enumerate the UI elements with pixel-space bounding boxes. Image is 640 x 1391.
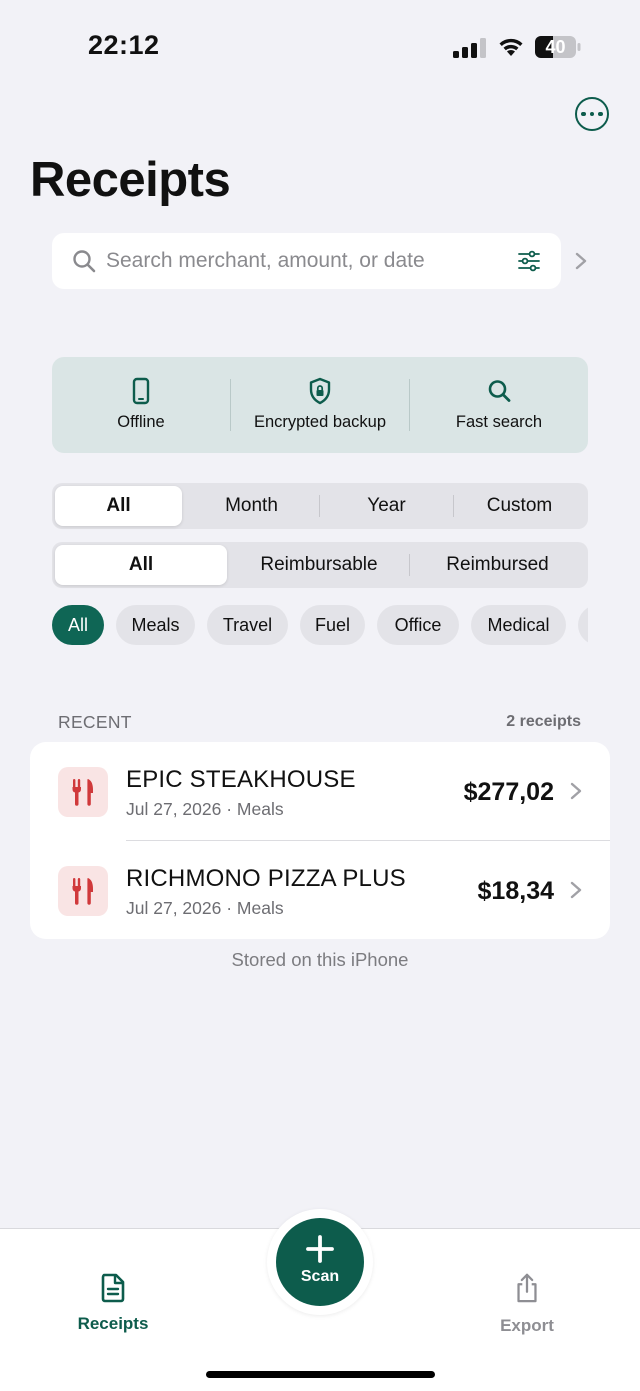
phone-icon — [132, 377, 150, 405]
status-option-all[interactable]: All — [55, 545, 227, 585]
receipt-list: EPIC STEAKHOUSE Jul 27, 2026 · Meals $27… — [30, 742, 610, 939]
plus-icon — [306, 1235, 334, 1263]
ellipsis-dot — [589, 111, 595, 117]
cellular-signal-icon — [453, 38, 486, 58]
receipt-date: Jul 27, 2026 — [126, 898, 222, 918]
feature-encrypted-backup: Encrypted backup — [231, 357, 409, 453]
receipt-merchant: RICHMONO PIZZA PLUS — [126, 865, 406, 892]
reimbursement-segmented-control: All Reimbursable Reimbursed — [52, 542, 588, 588]
home-indicator — [206, 1371, 435, 1378]
status-option-reimbursed[interactable]: Reimbursed — [410, 545, 585, 585]
document-icon — [101, 1273, 125, 1303]
receipt-amount: $18,34 — [477, 877, 554, 905]
chip-office[interactable]: Office — [377, 605, 459, 645]
ellipsis-dot — [581, 111, 586, 117]
status-time: 22:12 — [88, 30, 160, 60]
category-chips: All Meals Travel Fuel Office Medical — [52, 605, 588, 647]
page-title: Receipts — [30, 153, 231, 207]
meal-category-icon — [58, 866, 108, 916]
chip-overflow[interactable] — [578, 605, 588, 645]
more-options-button[interactable] — [575, 97, 609, 131]
feature-label: Offline — [117, 413, 165, 431]
ellipsis-dot — [598, 111, 603, 117]
status-option-reimbursable[interactable]: Reimbursable — [230, 545, 408, 585]
receipt-category: Meals — [236, 898, 284, 918]
filter-sliders-icon[interactable] — [517, 249, 541, 273]
wifi-icon — [499, 38, 523, 56]
fork-knife-icon — [72, 779, 93, 806]
receipt-row[interactable]: RICHMONO PIZZA PLUS Jul 27, 2026 · Meals… — [30, 841, 610, 939]
search-bar[interactable] — [52, 233, 561, 289]
chevron-right-icon — [570, 881, 582, 899]
receipt-count: 2 receipts — [506, 713, 581, 730]
chip-medical[interactable]: Medical — [471, 605, 566, 645]
fork-knife-icon — [72, 878, 93, 905]
shield-lock-icon — [309, 377, 331, 405]
chevron-right-icon — [570, 782, 582, 800]
feature-offline: Offline — [52, 357, 230, 453]
battery-level: 40 — [545, 37, 566, 57]
chip-travel[interactable]: Travel — [207, 605, 288, 645]
battery-indicator: 40 — [535, 36, 581, 58]
chip-all[interactable]: All — [52, 605, 104, 645]
meal-category-icon — [58, 767, 108, 817]
tab-label: Export — [500, 1316, 554, 1335]
storage-note: Stored on this iPhone — [231, 949, 409, 970]
receipt-meta: Jul 27, 2026 · Meals — [126, 898, 284, 918]
search-input[interactable] — [106, 243, 496, 279]
receipt-category: Meals — [236, 799, 284, 819]
receipt-date: Jul 27, 2026 — [126, 799, 222, 819]
scan-label: Scan — [300, 1268, 340, 1285]
period-option-all[interactable]: All — [55, 486, 182, 526]
period-option-year[interactable]: Year — [320, 486, 453, 526]
receipt-meta: Jul 27, 2026 · Meals — [126, 799, 284, 819]
feature-label: Fast search — [455, 413, 543, 431]
period-segmented-control: All Month Year Custom — [52, 483, 588, 529]
period-option-custom[interactable]: Custom — [454, 486, 585, 526]
search-icon — [73, 250, 96, 273]
search-icon — [488, 380, 511, 402]
receipt-merchant: EPIC STEAKHOUSE — [126, 766, 356, 793]
receipt-amount: $277,02 — [463, 778, 554, 806]
share-export-icon — [517, 1273, 537, 1303]
period-option-month[interactable]: Month — [185, 486, 318, 526]
recent-section-label: RECENT — [58, 712, 132, 732]
chip-meals[interactable]: Meals — [116, 605, 195, 645]
features-banner: Offline Encrypted backup Fast search — [52, 357, 588, 453]
receipt-row[interactable]: EPIC STEAKHOUSE Jul 27, 2026 · Meals $27… — [30, 742, 610, 841]
tab-export[interactable]: Export — [477, 1272, 577, 1336]
chip-fuel[interactable]: Fuel — [300, 605, 365, 645]
tab-receipts[interactable]: Receipts — [63, 1272, 163, 1334]
scan-button[interactable]: Scan — [276, 1218, 364, 1306]
chevron-right-icon[interactable] — [574, 251, 588, 271]
tab-label: Receipts — [77, 1314, 149, 1333]
feature-fast-search: Fast search — [410, 357, 588, 453]
feature-label: Encrypted backup — [253, 413, 387, 431]
